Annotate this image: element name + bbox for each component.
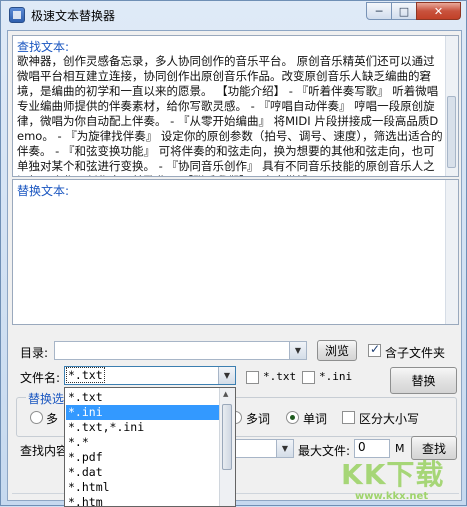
app-window: 极速文本替换器 ─ □ ✕ 查找文本: 歌神器，创作灵感备忘录，多人协同创作的音… (0, 0, 467, 507)
maximize-button[interactable]: □ (391, 2, 417, 20)
scroll-up-icon[interactable]: ▲ (223, 390, 228, 398)
title-bar[interactable]: 极速文本替换器 ─ □ ✕ (1, 1, 466, 29)
dropdown-option[interactable]: *.pdf (66, 450, 219, 465)
filename-dropdown-list[interactable]: *.txt *.ini *.txt,*.ini *.* *.pdf *.dat … (64, 387, 236, 507)
option-multiword-label: 多词 (246, 412, 271, 426)
site-watermark-logo: KK下载 www.kkx.net (335, 451, 465, 505)
watermark-text: KK下载 (341, 458, 445, 491)
find-scroll-thumb[interactable] (447, 96, 456, 168)
filename-combo[interactable]: *.txt ▼ (64, 366, 236, 385)
watermark-url: www.kkx.net (355, 491, 429, 502)
replace-text-label: 替换文本: (17, 184, 70, 198)
dropdown-option-selected[interactable]: *.ini (66, 405, 219, 420)
dropdown-option[interactable]: *.htm (66, 495, 219, 506)
minimize-button[interactable]: ─ (366, 2, 392, 20)
replace-button[interactable]: 替换 (390, 367, 457, 394)
chevron-down-icon[interactable]: ▼ (218, 367, 235, 384)
find-text-scrollbar[interactable] (445, 36, 458, 176)
chevron-down-icon[interactable]: ▼ (289, 342, 306, 359)
option-multi-radio[interactable] (30, 411, 43, 424)
find-text-label: 查找文本: (17, 40, 70, 54)
window-title: 极速文本替换器 (31, 9, 116, 23)
replace-text-area[interactable]: 替换文本: (12, 179, 459, 325)
browse-button[interactable]: 浏览 (317, 340, 357, 361)
chevron-down-icon[interactable]: ▼ (276, 440, 293, 457)
option-multi-label: 多 (46, 412, 59, 426)
dropdown-option[interactable]: *.* (66, 435, 219, 450)
app-icon (9, 7, 25, 23)
options-group-title: 替换选 (26, 390, 67, 407)
dropdown-option[interactable]: *.html (66, 480, 219, 495)
directory-label: 目录: (20, 346, 49, 360)
search-content-combo[interactable]: ▼ (234, 439, 294, 458)
include-subdirs-label: 含子文件夹 (385, 346, 446, 360)
filename-value: *.txt (66, 367, 105, 383)
directory-combo[interactable]: ▼ (54, 341, 307, 360)
case-sensitive-label: 区分大小写 (359, 412, 420, 426)
dropdown-option[interactable]: *.txt (66, 390, 219, 405)
close-button[interactable]: ✕ (416, 2, 461, 20)
search-content-label: 查找内容 (20, 444, 69, 458)
dropdown-scroll-thumb[interactable] (222, 404, 232, 470)
find-text-content[interactable]: 歌神器，创作灵感备忘录，多人协同创作的音乐平台。 原创音乐精英们还可以通过微唱平… (17, 54, 444, 176)
option-singleword-label: 单词 (303, 412, 328, 426)
dropdown-scrollbar[interactable]: ▲ (219, 388, 235, 506)
quick-ini-checkbox[interactable] (302, 371, 315, 384)
quick-ini-label: *.ini (319, 370, 353, 383)
dropdown-option[interactable]: *.dat (66, 465, 219, 480)
dropdown-option[interactable]: *.txt,*.ini (66, 420, 219, 435)
find-text-area[interactable]: 查找文本: 歌神器，创作灵感备忘录，多人协同创作的音乐平台。 原创音乐精英们还可… (12, 35, 459, 177)
quick-txt-checkbox[interactable] (246, 371, 259, 384)
include-subdirs-checkbox[interactable] (368, 342, 381, 357)
quick-txt-label: *.txt (263, 370, 297, 383)
option-singleword-radio[interactable] (286, 411, 299, 424)
case-sensitive-checkbox[interactable] (342, 411, 355, 424)
filename-label: 文件名: (20, 371, 61, 385)
replace-text-scrollbar[interactable] (445, 180, 458, 324)
